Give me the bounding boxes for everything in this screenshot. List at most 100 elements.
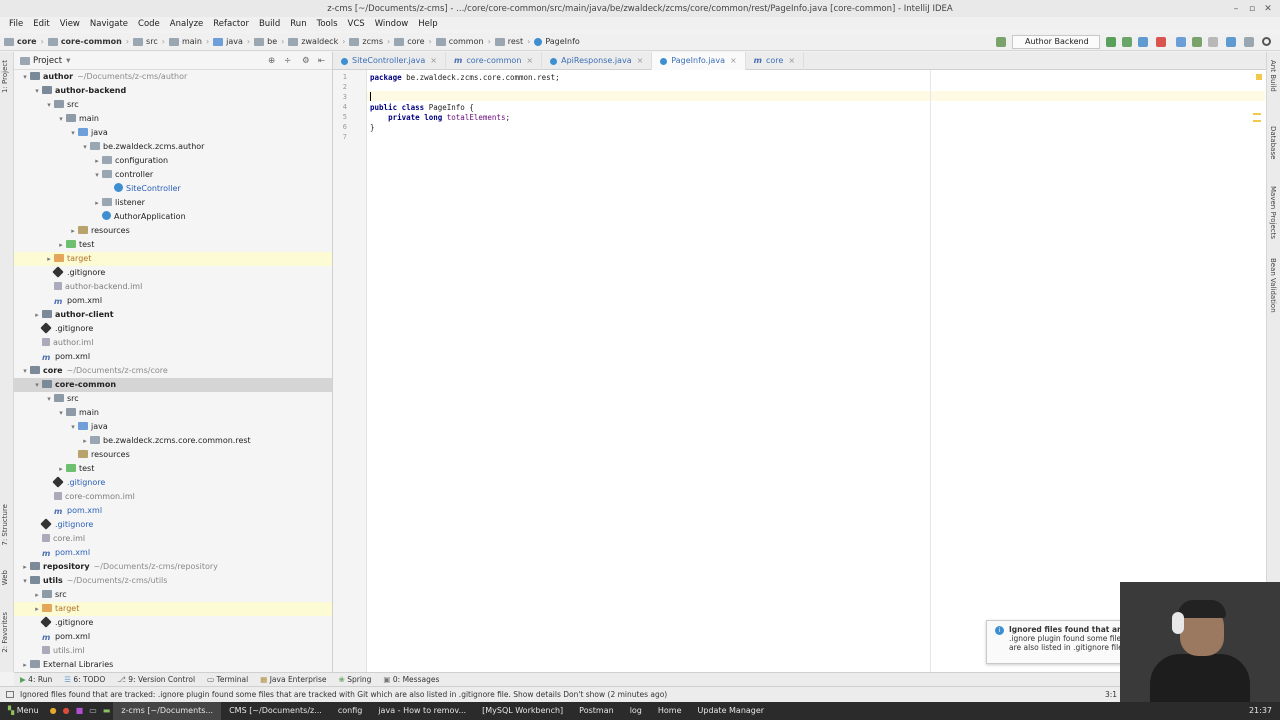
taskbar-item-config[interactable]: config [330,702,370,720]
tool-bean-validation[interactable]: Bean Validation [1269,258,1277,313]
settings-icon[interactable]: ⚙ [302,56,310,66]
taskbar-item-zcms[interactable]: z-cms [~/Documents... [113,702,222,720]
collapse-arrow-icon[interactable]: ▾ [32,378,42,392]
tool-messages[interactable]: ▣ 0: Messages [377,675,445,684]
close-tab-icon[interactable]: × [430,52,437,70]
expand-arrow-icon[interactable]: ▸ [20,658,30,672]
dropdown-icon[interactable]: ▾ [66,56,70,66]
collapse-arrow-icon[interactable]: ▾ [32,84,42,98]
tree-item[interactable]: .gitignore [14,616,332,630]
tree-item[interactable]: resources [14,448,332,462]
tree-item[interactable]: .gitignore [14,322,332,336]
expand-arrow-icon[interactable]: ▸ [92,154,102,168]
taskbar-item-home[interactable]: Home [650,702,690,720]
tree-item[interactable]: ▸ test [14,462,332,476]
menu-window[interactable]: Window [370,19,414,29]
tree-item[interactable]: m pom.xml [14,350,332,364]
tree-item[interactable]: ▾ controller [14,168,332,182]
tool-run[interactable]: ▶ 4: Run [14,675,58,684]
menu-vcs[interactable]: VCS [343,19,370,29]
menu-help[interactable]: Help [413,19,442,29]
tab-apiresponse[interactable]: ApiResponse.java × [542,52,653,70]
vcs-commit-icon[interactable] [1192,37,1202,47]
maximize-icon[interactable]: ▫ [1244,0,1260,18]
tree-item[interactable]: ▸ target [14,602,332,616]
status-icon[interactable] [6,691,14,698]
expand-arrow-icon[interactable]: ▸ [32,588,42,602]
taskbar-item-mysql[interactable]: [MySQL Workbench] [474,702,571,720]
breadcrumb-rest[interactable]: rest › [494,37,530,46]
breadcrumb-java[interactable]: java › [213,37,250,46]
tree-item[interactable]: ▾ src [14,98,332,112]
tab-core-common[interactable]: m core-common × [446,52,543,70]
collapse-icon[interactable]: ÷ [284,56,291,66]
tree-item[interactable]: author.iml [14,336,332,350]
tool-structure[interactable]: 7: Structure [1,504,9,546]
tab-sitecontroller[interactable]: SiteController.java × [333,52,446,70]
tree-item[interactable]: ▸ test [14,238,332,252]
close-tab-icon[interactable]: × [730,52,737,70]
expand-arrow-icon[interactable]: ▸ [92,196,102,210]
close-tab-icon[interactable]: × [637,52,644,70]
history-icon[interactable] [1208,37,1218,47]
start-menu-button[interactable]: ▚ Menu [0,702,47,720]
menu-code[interactable]: Code [133,19,165,29]
tree-item[interactable]: ▾ core-common [14,378,332,392]
sync-icon[interactable]: ⊕ [268,56,275,66]
tool-java-enterprise[interactable]: ▦ Java Enterprise [254,675,332,684]
expand-arrow-icon[interactable]: ▸ [20,560,30,574]
tree-item[interactable]: m pom.xml [14,546,332,560]
tree-item[interactable]: .gitignore [14,266,332,280]
taskbar-item-cms[interactable]: CMS [~/Documents/z... [221,702,330,720]
menu-navigate[interactable]: Navigate [85,19,133,29]
collapse-arrow-icon[interactable]: ▾ [92,168,102,182]
breadcrumb-zcms[interactable]: zcms › [349,37,390,46]
tree-item[interactable]: ▸ author-client [14,308,332,322]
breadcrumb-be[interactable]: be › [254,37,284,46]
project-structure-icon[interactable] [1244,37,1254,47]
collapse-arrow-icon[interactable]: ▾ [44,98,54,112]
breadcrumb-core-pkg[interactable]: core › [394,37,432,46]
tree-item[interactable]: core-common.iml [14,490,332,504]
tree-item[interactable]: ▸ repository ~/Documents/z-cms/repository [14,560,332,574]
minimize-icon[interactable]: – [1228,0,1244,18]
collapse-arrow-icon[interactable]: ▾ [20,70,30,84]
tree-item[interactable]: .gitignore [14,518,332,532]
launcher-files-icon[interactable]: ▬ [100,702,114,720]
tree-item[interactable]: .gitignore [14,476,332,490]
commit-icon[interactable] [1176,37,1186,47]
search-icon[interactable] [1262,37,1271,46]
tool-web[interactable]: Web [1,570,9,585]
revert-icon[interactable] [1226,37,1236,47]
coverage-icon[interactable] [1138,37,1148,47]
tree-item[interactable]: m pom.xml [14,294,332,308]
tool-database[interactable]: Database [1269,126,1277,159]
menu-build[interactable]: Build [254,19,285,29]
breadcrumb-pageinfo[interactable]: PageInfo [534,37,580,46]
close-icon[interactable]: ✕ [1260,0,1276,18]
menu-view[interactable]: View [55,19,85,29]
breadcrumb-common[interactable]: common › [435,37,491,46]
menu-tools[interactable]: Tools [312,19,343,29]
vcs-update-icon[interactable] [996,37,1006,47]
collapse-arrow-icon[interactable]: ▾ [80,140,90,154]
breadcrumb-core-common[interactable]: core-common › [47,37,129,46]
tree-item[interactable]: utils.iml [14,644,332,658]
expand-arrow-icon[interactable]: ▸ [56,238,66,252]
tree-item[interactable]: SiteController [14,182,332,196]
collapse-arrow-icon[interactable]: ▾ [20,364,30,378]
tree-item[interactable]: ▾ be.zwaldeck.zcms.author [14,140,332,154]
expand-arrow-icon[interactable]: ▸ [56,462,66,476]
tree-item[interactable]: ▾ main [14,112,332,126]
project-panel-title[interactable]: Project [33,56,62,66]
collapse-arrow-icon[interactable]: ▾ [68,126,78,140]
expand-arrow-icon[interactable]: ▸ [32,308,42,322]
tree-item[interactable]: ▸ be.zwaldeck.zcms.core.common.rest [14,434,332,448]
launcher-ide-icon[interactable]: ■ [73,702,87,720]
tree-item[interactable]: ▾ src [14,392,332,406]
tree-item[interactable]: ▾ main [14,406,332,420]
tab-pageinfo[interactable]: PageInfo.java × [652,52,746,70]
tree-item[interactable]: ▸ configuration [14,154,332,168]
collapse-arrow-icon[interactable]: ▾ [20,574,30,588]
tree-item[interactable]: ▸ resources [14,224,332,238]
